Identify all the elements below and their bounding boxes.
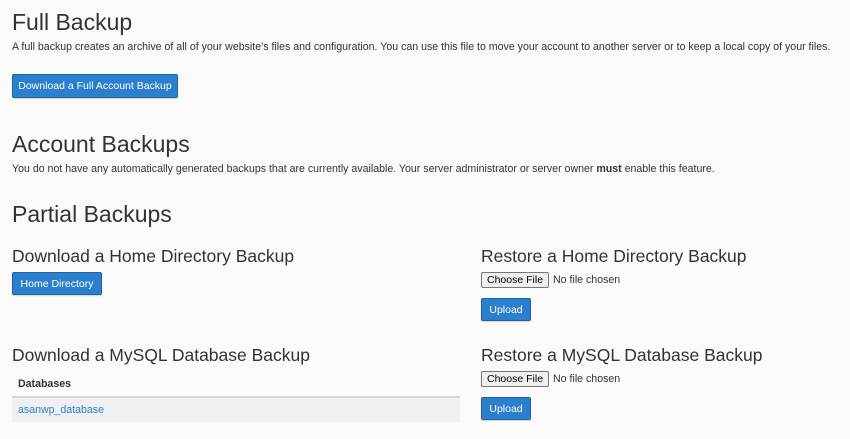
full-backup-title: Full Backup: [12, 9, 133, 35]
mysql-download-title: Download a MySQL Database Backup: [12, 345, 310, 365]
partial-backups-title: Partial Backups: [12, 201, 172, 227]
home-directory-button[interactable]: Home Directory: [12, 272, 102, 295]
home-no-file-text: No file chosen: [553, 274, 621, 286]
account-backups-text-end: enable this feature.: [621, 163, 715, 175]
home-choose-file-button[interactable]: Choose File: [481, 272, 550, 288]
account-backups-emphasis: must: [596, 163, 622, 175]
download-full-backup-button[interactable]: Download a Full Account Backup: [12, 74, 178, 98]
databases-column-header: Databases: [12, 372, 460, 398]
account-backups-description: You do not have any automatically genera…: [12, 162, 715, 176]
mysql-restore-title: Restore a MySQL Database Backup: [481, 345, 763, 365]
table-header-row: Databases: [12, 372, 460, 398]
databases-table: Databases asanwp_database: [12, 372, 460, 422]
table-row: asanwp_database: [12, 397, 460, 422]
full-backup-description: A full backup creates an archive of all …: [12, 41, 831, 53]
mysql-upload-button[interactable]: Upload: [481, 397, 531, 420]
account-backups-title: Account Backups: [12, 131, 190, 157]
home-restore-title: Restore a Home Directory Backup: [481, 246, 747, 266]
account-backups-text: You do not have any automatically genera…: [12, 163, 597, 175]
home-upload-button[interactable]: Upload: [481, 298, 531, 321]
mysql-choose-file-button[interactable]: Choose File: [481, 371, 550, 387]
mysql-no-file-text: No file chosen: [553, 373, 621, 385]
database-cell: asanwp_database: [12, 397, 460, 422]
home-file-picker: Choose File No file chosen: [481, 272, 620, 288]
database-link[interactable]: asanwp_database: [18, 404, 104, 416]
mysql-file-picker: Choose File No file chosen: [481, 371, 620, 387]
home-download-title: Download a Home Directory Backup: [12, 246, 295, 266]
